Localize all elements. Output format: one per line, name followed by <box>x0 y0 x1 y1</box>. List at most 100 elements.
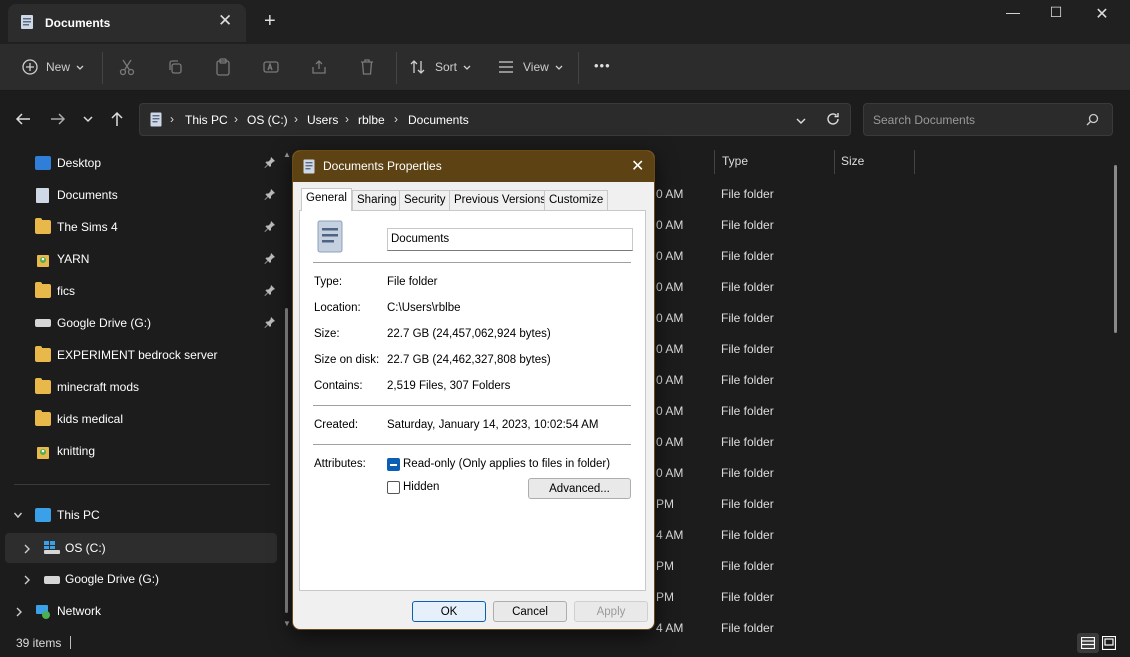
hidden-checkbox[interactable] <box>387 481 400 494</box>
sidebar-item-network[interactable]: Network <box>0 596 280 626</box>
sidebar-item-google-drive[interactable]: Google Drive (G:) <box>0 308 280 338</box>
tab-customize[interactable]: Customize <box>544 190 609 210</box>
file-row[interactable]: 0 AM File folder <box>652 209 1092 240</box>
search-input[interactable]: Search Documents <box>873 113 975 127</box>
file-row[interactable]: PM File folder <box>652 488 1092 519</box>
address-history-button[interactable] <box>795 115 807 129</box>
file-row[interactable]: 0 AM File folder <box>652 457 1092 488</box>
breadcrumb-documents[interactable]: Documents <box>408 113 469 127</box>
address-bar[interactable]: › This PC › OS (C:) › Users › rblbe › Do… <box>139 103 851 136</box>
pin-icon[interactable] <box>264 156 276 171</box>
tab-general[interactable]: General <box>301 188 352 211</box>
breadcrumb-rblbe[interactable]: rblbe <box>358 113 385 127</box>
minimize-button[interactable]: — <box>990 4 1036 24</box>
advanced-button[interactable]: Advanced... <box>528 478 631 499</box>
tiles-view-button[interactable] <box>1101 635 1117 653</box>
pin-icon[interactable] <box>264 284 276 299</box>
close-tab-icon[interactable]: ✕ <box>218 11 232 31</box>
breadcrumb-chevron-icon[interactable]: › <box>170 112 174 126</box>
recent-locations-button[interactable] <box>82 112 94 130</box>
column-divider[interactable] <box>714 150 715 174</box>
chevron-right-icon[interactable] <box>23 543 31 557</box>
folder-name-field[interactable]: Documents <box>387 228 633 251</box>
dialog-close-button[interactable]: ✕ <box>631 156 644 176</box>
view-button[interactable]: View <box>498 56 564 78</box>
delete-button[interactable] <box>359 56 375 78</box>
folder-name-value[interactable]: Documents <box>391 233 449 245</box>
pin-icon[interactable] <box>264 220 276 235</box>
tab-security[interactable]: Security <box>399 190 451 210</box>
refresh-button[interactable] <box>826 112 840 129</box>
paste-button[interactable] <box>215 56 231 78</box>
breadcrumb-chevron-icon[interactable]: › <box>234 112 238 126</box>
pin-icon[interactable] <box>264 252 276 267</box>
chevron-right-icon[interactable] <box>15 606 23 620</box>
chevron-down-icon[interactable] <box>13 509 23 523</box>
sidebar-item-experiment-bedrock-server[interactable]: EXPERIMENT bedrock server <box>0 340 280 370</box>
file-pane-scrollbar[interactable] <box>1114 165 1117 333</box>
file-row[interactable]: 4 AM File folder <box>652 519 1092 550</box>
breadcrumb-os-c[interactable]: OS (C:) <box>247 113 288 127</box>
sidebar-item-kids-medical[interactable]: kids medical <box>0 404 280 434</box>
pin-icon[interactable] <box>264 188 276 203</box>
sidebar-item-fics[interactable]: fics <box>0 276 280 306</box>
file-row[interactable]: 0 AM File folder <box>652 240 1092 271</box>
tab-sharing[interactable]: Sharing <box>352 190 402 210</box>
more-options-button[interactable]: ••• <box>594 58 611 73</box>
forward-button[interactable] <box>50 112 66 131</box>
sidebar-item-knitting[interactable]: knitting <box>0 436 280 466</box>
file-row[interactable]: PM File folder <box>652 550 1092 581</box>
breadcrumb-this-pc[interactable]: This PC <box>185 113 228 127</box>
file-row[interactable]: PM File folder <box>652 581 1092 612</box>
back-button[interactable] <box>15 112 31 131</box>
copy-button[interactable] <box>167 56 183 78</box>
maximize-button[interactable]: ☐ <box>1033 4 1079 24</box>
tab-previous-versions[interactable]: Previous Versions <box>449 190 552 210</box>
sidebar-item-this-pc[interactable]: This PC <box>0 500 280 530</box>
file-row[interactable]: 0 AM File folder <box>652 426 1092 457</box>
file-row[interactable]: 0 AM File folder <box>652 364 1092 395</box>
file-row[interactable]: 0 AM File folder <box>652 395 1092 426</box>
cut-button[interactable] <box>119 56 135 78</box>
rename-button[interactable] <box>263 56 279 78</box>
column-header-size[interactable]: Size <box>841 154 864 168</box>
pin-icon[interactable] <box>264 316 276 331</box>
file-row[interactable]: 0 AM File folder <box>652 178 1092 209</box>
readonly-label[interactable]: Read-only (Only applies to files in fold… <box>403 458 610 470</box>
scroll-down-icon[interactable]: ▼ <box>283 619 291 628</box>
sidebar-item-os-c[interactable]: OS (C:) <box>5 533 277 563</box>
breadcrumb-chevron-icon[interactable]: › <box>345 112 349 126</box>
sidebar-item-desktop[interactable]: Desktop <box>0 148 280 178</box>
tab-documents[interactable]: Documents ✕ <box>8 4 246 42</box>
file-row[interactable]: 0 AM File folder <box>652 302 1092 333</box>
breadcrumb-chevron-icon[interactable]: › <box>294 112 298 126</box>
file-row[interactable]: 4 AM File folder <box>652 612 1092 643</box>
column-header-type[interactable]: Type <box>722 154 748 168</box>
sidebar-item-minecraft-mods[interactable]: minecraft mods <box>0 372 280 402</box>
sort-button[interactable]: Sort <box>410 56 472 78</box>
readonly-checkbox[interactable] <box>387 458 400 471</box>
new-button[interactable]: New <box>22 56 85 78</box>
sidebar-item-yarn[interactable]: YARN <box>0 244 280 274</box>
close-window-button[interactable]: ✕ <box>1079 4 1125 24</box>
new-tab-button[interactable]: + <box>264 10 276 33</box>
sidebar-item-the-sims-4[interactable]: The Sims 4 <box>0 212 280 242</box>
breadcrumb-chevron-icon[interactable]: › <box>394 112 398 126</box>
ok-button[interactable]: OK <box>412 601 486 622</box>
cancel-button[interactable]: Cancel <box>493 601 567 622</box>
column-divider[interactable] <box>834 150 835 174</box>
hidden-label[interactable]: Hidden <box>403 481 439 493</box>
breadcrumb-users[interactable]: Users <box>307 113 338 127</box>
details-view-button[interactable] <box>1077 633 1099 653</box>
file-row[interactable]: 0 AM File folder <box>652 333 1092 364</box>
sidebar-item-documents[interactable]: Documents <box>0 180 280 210</box>
sidebar-scrollbar[interactable] <box>285 308 288 613</box>
chevron-right-icon[interactable] <box>23 574 31 588</box>
file-row[interactable]: 0 AM File folder <box>652 271 1092 302</box>
apply-button[interactable]: Apply <box>574 601 648 622</box>
scroll-up-icon[interactable]: ▲ <box>283 150 291 159</box>
search-box[interactable]: Search Documents <box>863 103 1113 136</box>
share-button[interactable] <box>311 56 327 78</box>
dialog-title-bar[interactable]: Documents Properties ✕ <box>293 151 654 182</box>
sidebar-item-google-drive-g[interactable]: Google Drive (G:) <box>0 564 280 594</box>
